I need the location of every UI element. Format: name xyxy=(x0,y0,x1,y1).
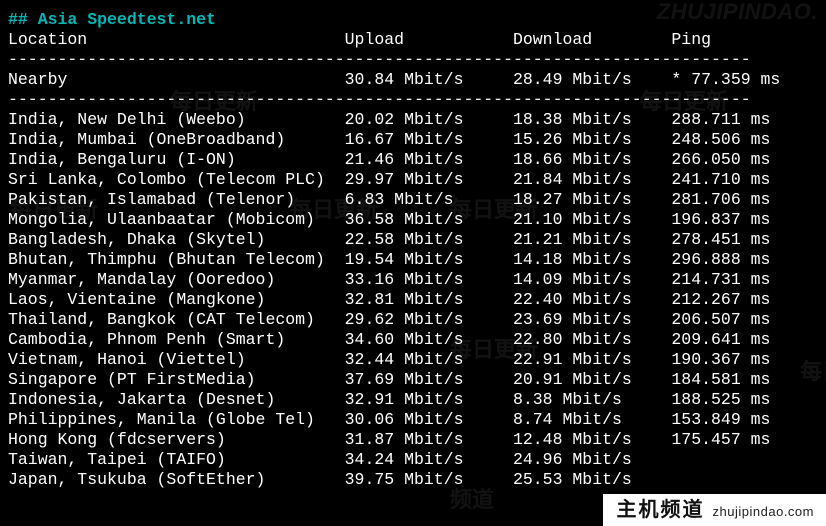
table-row: Japan, Tsukuba (SoftEther) 39.75 Mbit/s … xyxy=(8,470,818,490)
table-row: Bangladesh, Dhaka (Skytel) 22.58 Mbit/s … xyxy=(8,230,818,250)
table-row: Indonesia, Jakarta (Desnet) 32.91 Mbit/s… xyxy=(8,390,818,410)
section-title: ## Asia Speedtest.net xyxy=(8,10,818,30)
nearby-row: Nearby 30.84 Mbit/s 28.49 Mbit/s * 77.35… xyxy=(8,70,818,90)
separator-line: ----------------------------------------… xyxy=(8,90,818,110)
table-row: Laos, Vientaine (Mangkone) 32.81 Mbit/s … xyxy=(8,290,818,310)
table-row: Philippines, Manila (Globe Tel) 30.06 Mb… xyxy=(8,410,818,430)
table-row: Pakistan, Islamabad (Telenor) 6.83 Mbit/… xyxy=(8,190,818,210)
table-row: Bhutan, Thimphu (Bhutan Telecom) 19.54 M… xyxy=(8,250,818,270)
table-row: Hong Kong (fdcservers) 31.87 Mbit/s 12.4… xyxy=(8,430,818,450)
table-row: India, Mumbai (OneBroadband) 16.67 Mbit/… xyxy=(8,130,818,150)
separator-line: ----------------------------------------… xyxy=(8,50,818,70)
table-row: India, Bengaluru (I-ON) 21.46 Mbit/s 18.… xyxy=(8,150,818,170)
terminal-output: ## Asia Speedtest.netLocation Upload Dow… xyxy=(0,0,826,500)
table-row: Cambodia, Phnom Penh (Smart) 34.60 Mbit/… xyxy=(8,330,818,350)
brand-cn: 主机频道 xyxy=(617,500,705,520)
brand-en: zhujipindao.com xyxy=(713,502,814,522)
column-header: Location Upload Download Ping xyxy=(8,30,818,50)
table-row: Mongolia, Ulaanbaatar (Mobicom) 36.58 Mb… xyxy=(8,210,818,230)
brand-box: 主机频道 zhujipindao.com xyxy=(603,494,826,526)
table-row: Taiwan, Taipei (TAIFO) 34.24 Mbit/s 24.9… xyxy=(8,450,818,470)
table-row: India, New Delhi (Weebo) 20.02 Mbit/s 18… xyxy=(8,110,818,130)
table-row: Singapore (PT FirstMedia) 37.69 Mbit/s 2… xyxy=(8,370,818,390)
table-row: Vietnam, Hanoi (Viettel) 32.44 Mbit/s 22… xyxy=(8,350,818,370)
table-row: Myanmar, Mandalay (Ooredoo) 33.16 Mbit/s… xyxy=(8,270,818,290)
table-row: Sri Lanka, Colombo (Telecom PLC) 29.97 M… xyxy=(8,170,818,190)
table-row: Thailand, Bangkok (CAT Telecom) 29.62 Mb… xyxy=(8,310,818,330)
